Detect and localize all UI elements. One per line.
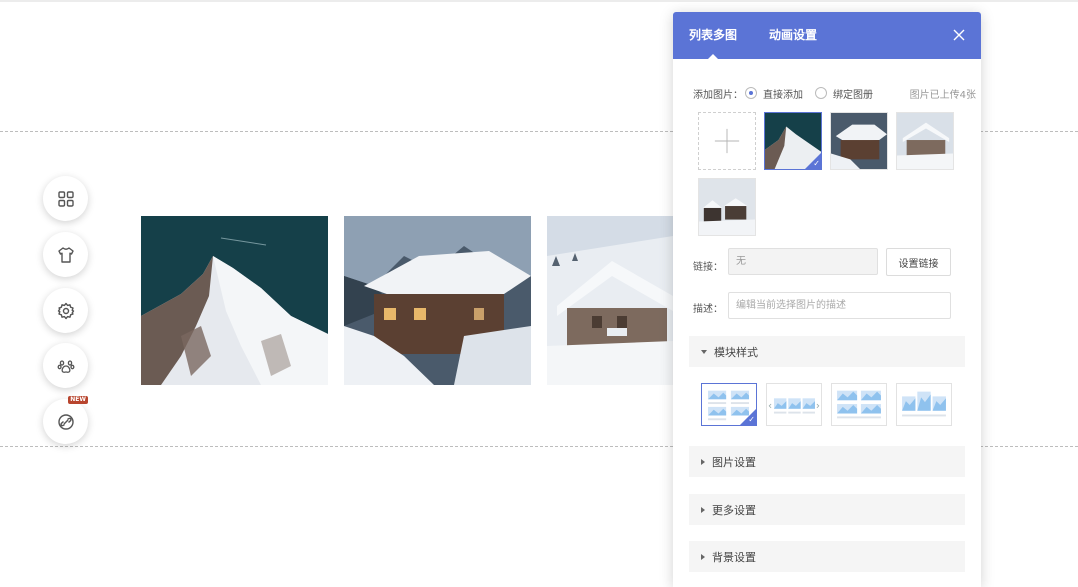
tab-animation-settings[interactable]: 动画设置 <box>769 12 817 59</box>
radio-dot <box>745 87 757 99</box>
gallery-image-cabin[interactable] <box>344 216 531 385</box>
link-icon <box>57 413 74 430</box>
plus-icon <box>714 128 740 154</box>
thumbnail-3[interactable] <box>896 112 954 170</box>
waterfall-layout-icon <box>897 384 951 425</box>
link-label: 链接： <box>693 262 723 273</box>
mountain-photo <box>141 216 328 385</box>
new-badge: NEW <box>68 396 88 404</box>
thumbnail-1[interactable]: ✓ <box>764 112 822 170</box>
caret-right-icon <box>701 458 705 465</box>
section-more-settings[interactable]: 更多设置 <box>689 494 965 525</box>
radio-bind-album-label: 绑定图册 <box>833 89 873 101</box>
gallery-image-mountain[interactable] <box>141 216 328 385</box>
pet-tool-button[interactable] <box>43 343 88 388</box>
theme-tool-button[interactable] <box>43 232 88 277</box>
carousel-layout-icon <box>767 384 821 425</box>
gallery-image-cabin-snow[interactable] <box>547 216 673 385</box>
add-image-label: 添加图片： <box>693 89 743 101</box>
selected-check-icon: ✓ <box>805 153 821 169</box>
close-icon[interactable] <box>951 27 967 43</box>
section-more-settings-label: 更多设置 <box>712 503 756 517</box>
style-option-two-row[interactable] <box>831 383 887 426</box>
shirt-icon <box>57 246 74 263</box>
style-option-grid[interactable]: ✓ <box>701 383 757 426</box>
snow-cabin-photo <box>547 216 673 385</box>
radio-direct-add[interactable]: 直接添加 <box>745 86 803 101</box>
section-module-style[interactable]: 模块样式 <box>689 336 965 367</box>
style-option-waterfall[interactable] <box>896 383 952 426</box>
cabin-photo <box>344 216 531 385</box>
section-module-style-label: 模块样式 <box>714 345 758 359</box>
style-option-carousel[interactable] <box>766 383 822 426</box>
snow-cabin-thumb <box>897 113 953 169</box>
description-label: 描述： <box>693 304 723 315</box>
tab-list-images[interactable]: 列表多图 <box>689 12 737 59</box>
panel-header: 列表多图 动画设置 <box>673 12 981 59</box>
link-field: 无 <box>728 248 878 275</box>
thumbnail-2[interactable] <box>830 112 888 170</box>
settings-tool-button[interactable] <box>43 288 88 333</box>
caret-right-icon <box>701 506 705 513</box>
gear-icon <box>57 302 74 319</box>
add-image-row: 添加图片： 直接添加 绑定图册 图片已上传4张 <box>693 86 981 101</box>
grid-icon <box>57 190 74 207</box>
selected-check-icon: ✓ <box>740 409 756 425</box>
section-background-settings-label: 背景设置 <box>712 550 756 564</box>
village-thumb <box>699 179 755 235</box>
section-image-settings[interactable]: 图片设置 <box>689 446 965 477</box>
settings-panel: 列表多图 动画设置 添加图片： 直接添加 绑定图册 图片已上传4张 ✓ 链接： … <box>673 12 981 587</box>
caret-down-icon <box>701 349 707 354</box>
section-background-settings[interactable]: 背景设置 <box>689 541 965 572</box>
link-tool-button[interactable]: NEW <box>43 396 88 444</box>
two-row-layout-icon <box>832 384 886 425</box>
grid-tool-button[interactable] <box>43 176 88 221</box>
editor-canvas: NEW 列表多图 动画设置 添加图片： 直接添加 绑定图册 图片已上传4张 ✓ … <box>0 0 1078 587</box>
radio-bind-album[interactable]: 绑定图册 <box>815 86 873 101</box>
radio-dot <box>815 87 827 99</box>
thumbnail-4[interactable] <box>698 178 756 236</box>
caret-right-icon <box>701 553 705 560</box>
paw-icon <box>57 359 74 373</box>
top-divider <box>0 0 1078 2</box>
description-input[interactable]: 编辑当前选择图片的描述 <box>728 292 951 319</box>
upload-count: 图片已上传4张 <box>909 90 976 101</box>
section-image-settings-label: 图片设置 <box>712 455 756 469</box>
cabin-thumb <box>831 113 887 169</box>
radio-direct-add-label: 直接添加 <box>763 89 803 101</box>
add-image-button[interactable] <box>698 112 756 170</box>
set-link-button[interactable]: 设置链接 <box>886 248 951 276</box>
